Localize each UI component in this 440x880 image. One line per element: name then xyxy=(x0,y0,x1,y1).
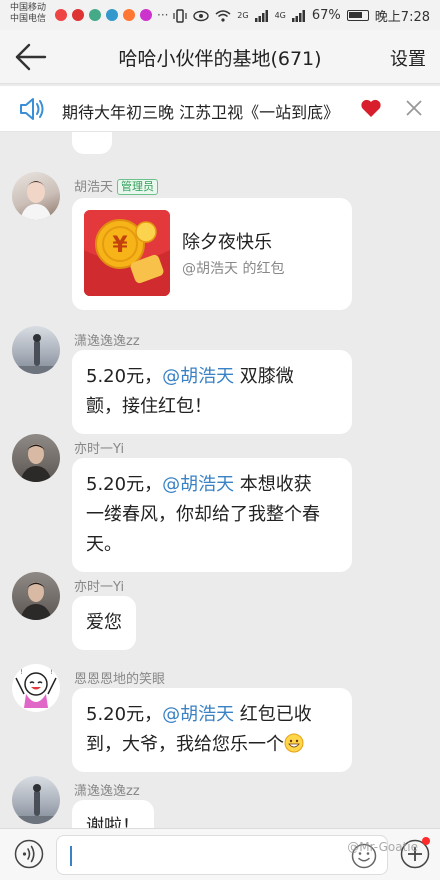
notification-icons: ··· xyxy=(55,8,168,22)
app-notification-icon xyxy=(89,9,101,21)
message-bubble[interactable]: 5.20元，@胡浩天 本想收获 一缕春风，你却给了我整个春 天。 xyxy=(72,458,352,572)
message-text: 谢啦！ xyxy=(86,816,140,828)
message-text: 到，大爷，我给您乐一个 xyxy=(86,734,284,755)
red-packet-subtitle: @胡浩天 的红包 xyxy=(182,261,285,277)
watermark: @Mr-Goatie xyxy=(347,840,418,854)
chat-message: 胡浩天 管理员 ¥ 除夕夜快乐 @胡浩天 的红包 xyxy=(0,172,440,312)
sender-name: 亦时一Yi xyxy=(74,442,125,457)
vibrate-icon xyxy=(173,8,187,23)
avatar[interactable] xyxy=(12,326,60,374)
message-text: 红包已收 xyxy=(234,704,312,725)
message-text: 天。 xyxy=(86,534,122,555)
carrier-1: 中国移动 xyxy=(10,3,47,13)
voice-button[interactable] xyxy=(14,839,44,873)
app-notification-icon xyxy=(72,9,84,21)
clock: 晚上7:28 xyxy=(374,10,430,25)
announcement-text: 期待大年初三晚 江苏卫视《一站到底》 xyxy=(62,103,340,122)
chat-message: 亦时一Yi 5.20元，@胡浩天 本想收获 一缕春风，你却给了我整个春 天。 xyxy=(0,434,440,572)
mention-link[interactable]: @胡浩天 xyxy=(162,704,234,725)
page-title: 哈哈小伙伴的基地(671) xyxy=(118,48,322,70)
sender-name: 胡浩天 管理员 xyxy=(74,176,159,195)
message-bubble[interactable]: 5.20元，@胡浩天 红包已收 到，大爷，我给您乐一个 xyxy=(72,688,352,772)
input-bar xyxy=(0,828,440,880)
message-text: 爱您 xyxy=(86,612,122,633)
app-notification-icon xyxy=(106,9,118,21)
message-text: 双膝微 xyxy=(234,366,294,387)
eye-icon xyxy=(193,10,209,21)
message-text: 本想收获 xyxy=(234,474,312,495)
svg-text:!: ! xyxy=(20,668,23,676)
avatar[interactable] xyxy=(12,572,60,620)
sender-name: 潇逸逸逸zz xyxy=(74,784,140,799)
battery-icon xyxy=(346,10,369,21)
mention-link[interactable]: @胡浩天 xyxy=(162,474,234,495)
chat-header: 哈哈小伙伴的基地(671) 设置 xyxy=(0,30,440,84)
more-notifications-icon: ··· xyxy=(157,8,169,22)
chat-message: ! ! 恩恩恩地的笑眼 5.20元，@胡浩天 红包已收 到，大爷，我给您乐一个 xyxy=(0,664,440,784)
heart-icon xyxy=(360,98,382,122)
svg-text:!: ! xyxy=(50,668,53,676)
red-packet-card[interactable]: ¥ 除夕夜快乐 @胡浩天 的红包 xyxy=(72,198,352,310)
avatar[interactable] xyxy=(12,434,60,482)
avatar[interactable] xyxy=(12,776,60,824)
message-bubble[interactable]: 谢啦！ xyxy=(72,800,154,828)
svg-text:¥: ¥ xyxy=(112,233,128,258)
network-type-1: 2G xyxy=(237,10,249,20)
close-icon[interactable] xyxy=(404,98,424,122)
chat-message: 亦时一Yi 爱您 xyxy=(0,572,440,656)
sender-name-text: 胡浩天 xyxy=(74,180,114,195)
battery-percent: 67% xyxy=(311,8,341,23)
message-text: 一缕春风，你却给了我整个春 xyxy=(86,504,320,525)
red-packet-icon: ¥ xyxy=(84,210,170,296)
admin-badge: 管理员 xyxy=(117,179,159,195)
chat-message: 潇逸逸逸zz 5.20元，@胡浩天 双膝微 颤，接住红包！ xyxy=(0,326,440,434)
sender-name: 亦时一Yi xyxy=(74,580,125,595)
grin-emoji-icon xyxy=(284,733,304,753)
status-bar: 中国移动 中国电信 ··· 2G 4G 67% 晚上7:28 xyxy=(0,0,440,30)
app-notification-icon xyxy=(140,9,152,21)
network-type-2: 4G xyxy=(274,10,286,20)
message-bubble[interactable]: 5.20元，@胡浩天 双膝微 颤，接住红包！ xyxy=(72,350,352,434)
unread-dot xyxy=(422,837,430,845)
message-text: 5.20元， xyxy=(86,704,163,725)
message-text: 5.20元， xyxy=(86,366,163,387)
avatar[interactable]: ! ! xyxy=(12,664,60,712)
red-packet-title: 除夕夜快乐 xyxy=(182,232,272,253)
wifi-icon xyxy=(215,9,231,22)
chat-messages[interactable]: 胡浩天 管理员 ¥ 除夕夜快乐 @胡浩天 的红包 潇逸逸逸zz 5.20元，@胡… xyxy=(0,132,440,828)
chat-message: 潇逸逸逸zz 谢啦！ xyxy=(0,776,440,828)
signal-icon xyxy=(254,9,268,22)
settings-button[interactable]: 设置 xyxy=(390,45,426,71)
avatar[interactable] xyxy=(12,172,60,220)
voice-icon xyxy=(14,839,44,869)
sender-name: 恩恩恩地的笑眼 xyxy=(74,672,166,687)
signal-icon xyxy=(291,9,305,22)
message-input[interactable] xyxy=(56,835,388,875)
carrier-info: 中国移动 中国电信 xyxy=(10,3,46,25)
app-notification-icon xyxy=(123,9,135,21)
announcement-banner[interactable]: 期待大年初三晚 江苏卫视《一站到底》 xyxy=(0,86,440,132)
message-bubble-partial[interactable] xyxy=(72,132,112,154)
system-status: 2G 4G 67% 晚上7:28 xyxy=(173,6,430,25)
location-icon xyxy=(55,9,67,21)
mention-link[interactable]: @胡浩天 xyxy=(162,366,234,387)
carrier-2: 中国电信 xyxy=(10,14,47,24)
text-cursor xyxy=(70,846,72,866)
message-text: 5.20元， xyxy=(86,474,163,495)
message-bubble[interactable]: 爱您 xyxy=(72,596,136,650)
message-text: 颤，接住红包！ xyxy=(86,396,212,417)
sender-name: 潇逸逸逸zz xyxy=(74,334,140,349)
speaker-icon xyxy=(18,96,46,126)
